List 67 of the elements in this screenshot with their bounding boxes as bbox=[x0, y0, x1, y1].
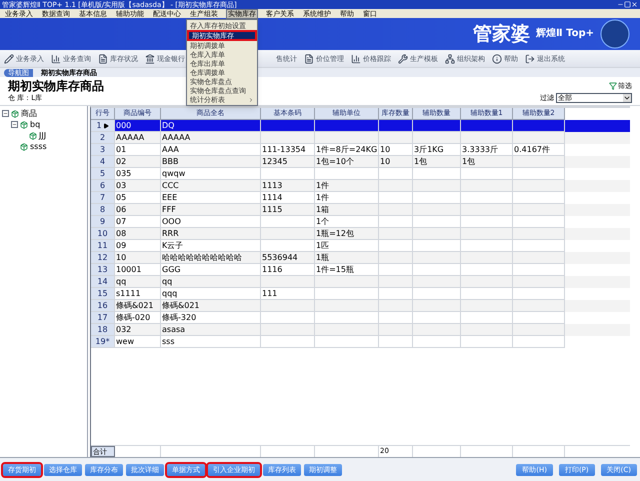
row-pointer-icon bbox=[102, 122, 109, 128]
table-row[interactable]: 14 qq qq bbox=[91, 276, 630, 288]
table-row[interactable]: 16 條碼&021 條碼&021 bbox=[91, 300, 630, 312]
row-number: 4 bbox=[91, 156, 115, 168]
table-cell: sss bbox=[161, 336, 261, 348]
row-number: 12 bbox=[91, 252, 115, 264]
table-row[interactable]: 2 AAAAA AAAAA bbox=[91, 132, 630, 144]
document-icon bbox=[98, 54, 108, 64]
page-heading: 期初实物库存商品 bbox=[8, 79, 104, 94]
expander-icon[interactable] bbox=[2, 110, 9, 117]
document-icon bbox=[304, 54, 314, 64]
row-number: 9 bbox=[91, 216, 115, 228]
row-number: 7 bbox=[91, 192, 115, 204]
table-row[interactable]: 4 02 BBB 12345 1包=10个 10 1包 1包 bbox=[91, 156, 630, 168]
row-number: 18 bbox=[91, 324, 115, 336]
row-number: 17 bbox=[91, 312, 115, 324]
info-icon bbox=[492, 54, 502, 64]
row-number: 14 bbox=[91, 276, 115, 288]
table-row[interactable]: 8 06 FFF 1115 1箱 bbox=[91, 204, 630, 216]
tools-icon bbox=[398, 54, 408, 64]
table-cell bbox=[513, 336, 565, 348]
row-number: 5 bbox=[91, 168, 115, 180]
table-row[interactable]: 1 000 DQ bbox=[91, 120, 630, 132]
row-number: 16 bbox=[91, 300, 115, 312]
globe-icon bbox=[600, 19, 630, 49]
row-number: 10 bbox=[91, 228, 115, 240]
row-number: 8 bbox=[91, 204, 115, 216]
table-cell: wew bbox=[115, 336, 161, 348]
expander-icon[interactable] bbox=[11, 121, 18, 128]
filter-icon bbox=[609, 82, 617, 90]
caret-icon bbox=[623, 94, 631, 102]
tree-item[interactable]: 商品 bbox=[21, 108, 37, 118]
row-number: 1 bbox=[91, 120, 115, 132]
minimize-icon[interactable] bbox=[617, 1, 624, 8]
table-row[interactable]: 18 032 asasa bbox=[91, 324, 630, 336]
pencil-icon bbox=[4, 54, 14, 64]
row-number: 3 bbox=[91, 144, 115, 156]
table-row[interactable]: 6 03 CCC 1113 1件 bbox=[91, 180, 630, 192]
package-icon bbox=[11, 110, 19, 118]
table-row[interactable]: 10 08 RRR 1瓶=12包 bbox=[91, 228, 630, 240]
package-icon bbox=[29, 132, 37, 140]
tree-item[interactable]: bq bbox=[30, 120, 40, 130]
edition-text: 辉煌Ⅱ Top+ bbox=[536, 28, 594, 40]
close-icon[interactable] bbox=[631, 1, 638, 8]
bank-icon bbox=[145, 54, 155, 64]
row-number: 6 bbox=[91, 180, 115, 192]
tree-item[interactable]: JJJ bbox=[39, 130, 46, 140]
table-cell bbox=[261, 336, 315, 348]
row-number: 15 bbox=[91, 288, 115, 300]
package-icon bbox=[20, 142, 28, 150]
table-cell bbox=[461, 336, 513, 348]
table-row[interactable]: 12 10 哈哈哈哈哈哈哈哈哈哈 5536944 1瓶 bbox=[91, 252, 630, 264]
exit-icon bbox=[525, 54, 535, 64]
row-number: 2 bbox=[91, 132, 115, 144]
row-number: 19* bbox=[91, 336, 115, 348]
table-cell bbox=[379, 336, 413, 348]
tree-item[interactable]: ssss bbox=[30, 142, 47, 152]
row-number: 13 bbox=[91, 264, 115, 276]
hierarchy-icon bbox=[445, 54, 455, 64]
chart-icon bbox=[351, 54, 361, 64]
package-icon bbox=[20, 120, 28, 128]
maximize-icon[interactable] bbox=[624, 1, 631, 8]
table-cell bbox=[413, 336, 461, 348]
row-number: 11 bbox=[91, 240, 115, 252]
table-cell bbox=[315, 336, 379, 348]
brand-logo: 管家婆 bbox=[473, 23, 530, 45]
chart-icon bbox=[51, 54, 61, 64]
